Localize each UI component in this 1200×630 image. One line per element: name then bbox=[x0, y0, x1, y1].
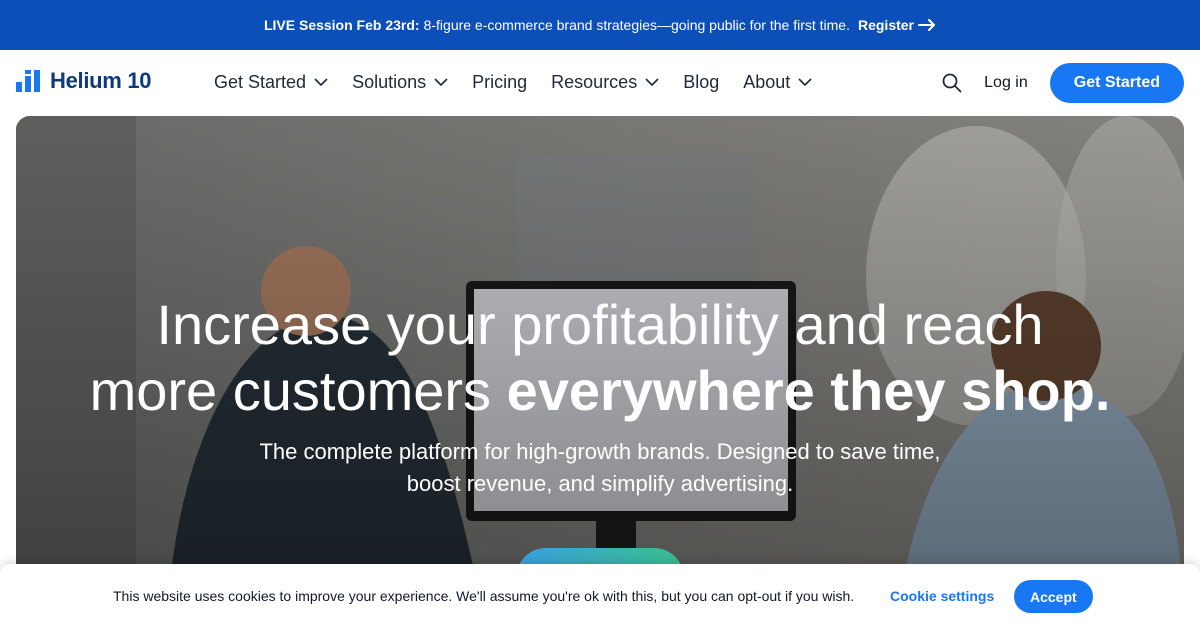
chevron-down-icon bbox=[645, 78, 659, 87]
search-icon bbox=[942, 73, 962, 93]
hero-subtitle: The complete platform for high-growth br… bbox=[259, 439, 941, 496]
cookie-banner: This website uses cookies to improve you… bbox=[0, 564, 1200, 630]
nav-links: Get Started Solutions Pricing Resources … bbox=[214, 72, 812, 93]
promo-banner: LIVE Session Feb 23rd: 8-figure e-commer… bbox=[0, 0, 1200, 50]
promo-text: 8-figure e-commerce brand strategies—goi… bbox=[423, 17, 850, 33]
nav-item-blog[interactable]: Blog bbox=[683, 72, 719, 93]
nav-item-resources[interactable]: Resources bbox=[551, 72, 659, 93]
main-nav: Helium 10 Get Started Solutions Pricing … bbox=[0, 50, 1200, 116]
cookie-settings-link[interactable]: Cookie settings bbox=[890, 588, 994, 604]
chevron-down-icon bbox=[798, 78, 812, 87]
nav-label: Solutions bbox=[352, 72, 427, 92]
register-label: Register bbox=[857, 17, 915, 33]
nav-label: About bbox=[743, 72, 791, 92]
arrow-right-icon bbox=[918, 19, 936, 31]
nav-label: Blog bbox=[683, 72, 720, 92]
hero-title-bold: everywhere they shop. bbox=[506, 359, 1111, 422]
nav-label: Pricing bbox=[472, 72, 528, 92]
logo[interactable]: Helium 10 bbox=[16, 68, 152, 94]
register-link[interactable]: Register bbox=[858, 17, 936, 33]
hero-title-regular: more customers bbox=[89, 359, 492, 422]
hero: Increase your profitability and reach mo… bbox=[16, 116, 1184, 630]
nav-item-pricing[interactable]: Pricing bbox=[472, 72, 527, 93]
nav-item-about[interactable]: About bbox=[743, 72, 812, 93]
promo-headline: LIVE Session Feb 23rd: bbox=[263, 17, 420, 33]
nav-item-solutions[interactable]: Solutions bbox=[352, 72, 448, 93]
nav-label: Resources bbox=[551, 72, 638, 92]
nav-label: Get Started bbox=[214, 72, 307, 92]
search-button[interactable] bbox=[942, 73, 962, 93]
logo-mark-icon bbox=[16, 70, 40, 92]
logo-text: Helium 10 bbox=[50, 68, 152, 93]
hero-title-line-2: more customers everywhere they shop. bbox=[16, 358, 1184, 424]
nav-item-get-started[interactable]: Get Started bbox=[214, 72, 328, 93]
chevron-down-icon bbox=[434, 78, 448, 87]
get-started-button[interactable]: Get Started bbox=[1049, 63, 1184, 103]
cookie-accept-button[interactable]: Accept bbox=[1014, 580, 1093, 613]
login-link[interactable]: Log in bbox=[984, 74, 1028, 92]
chevron-down-icon bbox=[314, 78, 328, 87]
hero-title-line-1: Increase your profitability and reach bbox=[156, 293, 1044, 356]
cookie-message: This website uses cookies to improve you… bbox=[113, 588, 855, 604]
hero-title: Increase your profitability and reach mo… bbox=[16, 292, 1184, 424]
nav-actions: Log in Get Started bbox=[942, 63, 1184, 103]
